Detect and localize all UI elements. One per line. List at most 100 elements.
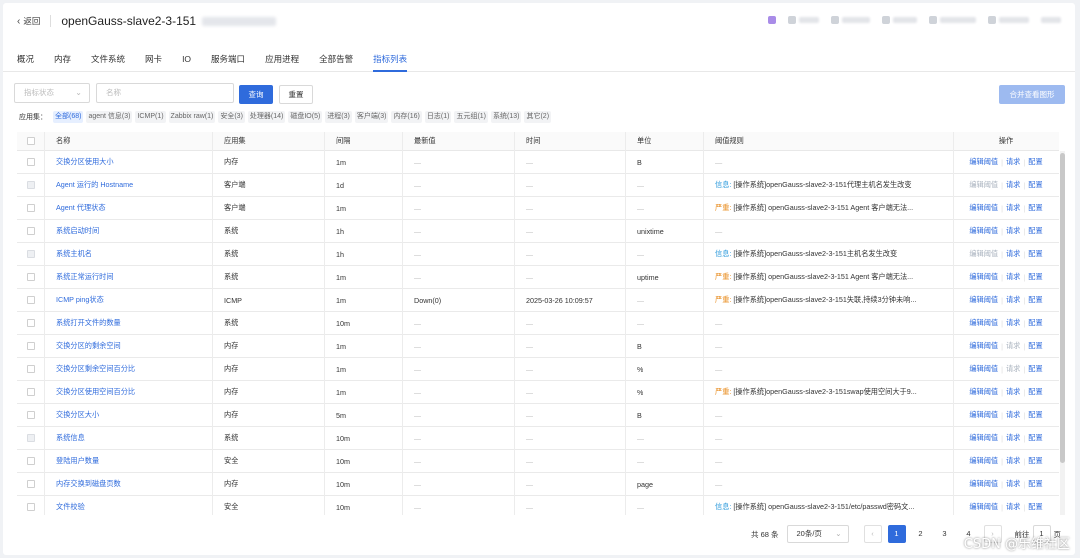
header-action-3[interactable] xyxy=(831,16,870,24)
request-link[interactable]: 请求 xyxy=(1006,410,1020,420)
row-checkbox[interactable] xyxy=(27,480,35,488)
request-link[interactable]: 请求 xyxy=(1006,456,1020,466)
config-link[interactable]: 配置 xyxy=(1028,479,1042,489)
request-link[interactable]: 请求 xyxy=(1006,364,1020,374)
request-link[interactable]: 请求 xyxy=(1006,318,1020,328)
header-action-2[interactable] xyxy=(788,16,819,24)
config-link[interactable]: 配置 xyxy=(1028,295,1042,305)
config-link[interactable]: 配置 xyxy=(1028,249,1042,259)
edit-threshold-link[interactable]: 编辑阈值 xyxy=(969,157,998,167)
row-checkbox[interactable] xyxy=(27,158,35,166)
tab-1[interactable]: 内存 xyxy=(54,47,71,71)
appset-chip[interactable]: 安全(3) xyxy=(218,111,245,123)
appset-chip[interactable]: ICMP(1) xyxy=(135,111,166,123)
metric-name-link[interactable]: 内存交换到磁盘页数 xyxy=(56,473,121,495)
request-link[interactable]: 请求 xyxy=(1006,203,1020,213)
appset-chip[interactable]: 内存(16) xyxy=(391,111,422,123)
row-checkbox[interactable] xyxy=(27,342,35,350)
metric-name-link[interactable]: Agent 运行的 Hostname xyxy=(56,174,133,196)
prev-page-button[interactable]: ‹ xyxy=(863,525,882,543)
row-checkbox[interactable] xyxy=(27,503,35,511)
header-action-4[interactable] xyxy=(882,16,917,24)
table-scrollbar[interactable] xyxy=(1060,151,1065,515)
config-link[interactable]: 配置 xyxy=(1028,226,1042,236)
header-action-7[interactable] xyxy=(1041,17,1061,23)
metric-name-link[interactable]: 交换分区的剩余空间 xyxy=(56,335,121,357)
config-link[interactable]: 配置 xyxy=(1028,456,1042,466)
tab-6[interactable]: 应用进程 xyxy=(265,47,299,71)
metric-name-link[interactable]: 文件校验 xyxy=(56,496,85,515)
edit-threshold-link[interactable]: 编辑阈值 xyxy=(969,364,998,374)
config-link[interactable]: 配置 xyxy=(1028,272,1042,282)
config-link[interactable]: 配置 xyxy=(1028,180,1042,190)
tab-8[interactable]: 指标列表 xyxy=(373,47,408,72)
metric-name-link[interactable]: Agent 代理状态 xyxy=(56,197,106,219)
edit-threshold-link[interactable]: 编辑阈值 xyxy=(969,502,998,512)
config-link[interactable]: 配置 xyxy=(1028,157,1042,167)
appset-chip[interactable]: 全部(68) xyxy=(53,111,84,123)
edit-threshold-link[interactable]: 编辑阈值 xyxy=(969,249,998,259)
tab-4[interactable]: IO xyxy=(182,47,191,71)
request-link[interactable]: 请求 xyxy=(1006,479,1020,489)
page-button[interactable]: 1 xyxy=(887,525,906,543)
appset-chip[interactable]: 日志(1) xyxy=(424,111,452,123)
header-action-5[interactable] xyxy=(929,16,976,24)
appset-chip[interactable]: 客户端(3) xyxy=(354,111,389,123)
config-link[interactable]: 配置 xyxy=(1028,341,1042,351)
row-checkbox[interactable] xyxy=(27,319,35,327)
request-link[interactable]: 请求 xyxy=(1006,502,1020,512)
tab-0[interactable]: 概况 xyxy=(17,47,34,71)
name-input[interactable]: 名称 xyxy=(96,83,234,103)
metric-name-link[interactable]: 系统启动时间 xyxy=(56,220,99,242)
metric-name-link[interactable]: 系统信息 xyxy=(56,427,85,449)
config-link[interactable]: 配置 xyxy=(1028,387,1042,397)
request-link[interactable]: 请求 xyxy=(1006,341,1020,351)
tab-5[interactable]: 服务端口 xyxy=(211,47,245,71)
page-size-select[interactable]: 20条/页 ⌄ xyxy=(786,525,849,543)
edit-threshold-link[interactable]: 编辑阈值 xyxy=(969,180,998,190)
metric-name-link[interactable]: 系统打开文件的数量 xyxy=(56,312,121,334)
reset-button[interactable]: 重置 xyxy=(279,85,313,104)
config-link[interactable]: 配置 xyxy=(1028,502,1042,512)
row-checkbox[interactable] xyxy=(27,273,35,281)
tab-2[interactable]: 文件系统 xyxy=(91,47,125,71)
config-link[interactable]: 配置 xyxy=(1028,410,1042,420)
edit-threshold-link[interactable]: 编辑阈值 xyxy=(969,203,998,213)
appset-chip[interactable]: 其它(2) xyxy=(524,111,552,123)
header-action-6[interactable] xyxy=(988,16,1029,24)
request-link[interactable]: 请求 xyxy=(1006,157,1020,167)
row-checkbox[interactable] xyxy=(27,296,35,304)
metric-name-link[interactable]: 系统主机名 xyxy=(56,243,92,265)
edit-threshold-link[interactable]: 编辑阈值 xyxy=(969,410,998,420)
tab-3[interactable]: 网卡 xyxy=(145,47,162,71)
appset-chip[interactable]: agent 信息(3) xyxy=(86,111,133,123)
request-link[interactable]: 请求 xyxy=(1006,295,1020,305)
request-link[interactable]: 请求 xyxy=(1006,249,1020,259)
config-link[interactable]: 配置 xyxy=(1028,203,1042,213)
appset-chip[interactable]: 系统(13) xyxy=(491,111,522,123)
request-link[interactable]: 请求 xyxy=(1006,272,1020,282)
config-link[interactable]: 配置 xyxy=(1028,364,1042,374)
edit-threshold-link[interactable]: 编辑阈值 xyxy=(969,479,998,489)
edit-threshold-link[interactable]: 编辑阈值 xyxy=(969,295,998,305)
metric-name-link[interactable]: 交换分区剩余空间百分比 xyxy=(56,358,135,380)
metric-name-link[interactable]: 交换分区大小 xyxy=(56,404,99,426)
appset-chip[interactable]: 进程(3) xyxy=(325,111,352,123)
config-link[interactable]: 配置 xyxy=(1028,318,1042,328)
edit-threshold-link[interactable]: 编辑阈值 xyxy=(969,341,998,351)
edit-threshold-link[interactable]: 编辑阈值 xyxy=(969,456,998,466)
page-button[interactable]: 2 xyxy=(912,525,930,543)
merge-view-chart-button[interactable]: 合并查看图形 xyxy=(999,85,1065,104)
appset-chip[interactable]: 处理器(14) xyxy=(247,111,286,123)
request-link[interactable]: 请求 xyxy=(1006,387,1020,397)
header-action-1[interactable] xyxy=(768,16,776,24)
appset-chip[interactable]: 五元组(1) xyxy=(454,111,489,123)
row-checkbox[interactable] xyxy=(27,204,35,212)
appset-chip[interactable]: Zabbix raw(1) xyxy=(168,111,216,123)
row-checkbox[interactable] xyxy=(27,388,35,396)
query-button[interactable]: 查询 xyxy=(239,85,273,104)
metric-name-link[interactable]: ICMP ping状态 xyxy=(56,289,104,311)
edit-threshold-link[interactable]: 编辑阈值 xyxy=(969,272,998,282)
config-link[interactable]: 配置 xyxy=(1028,433,1042,443)
row-checkbox[interactable] xyxy=(27,365,35,373)
